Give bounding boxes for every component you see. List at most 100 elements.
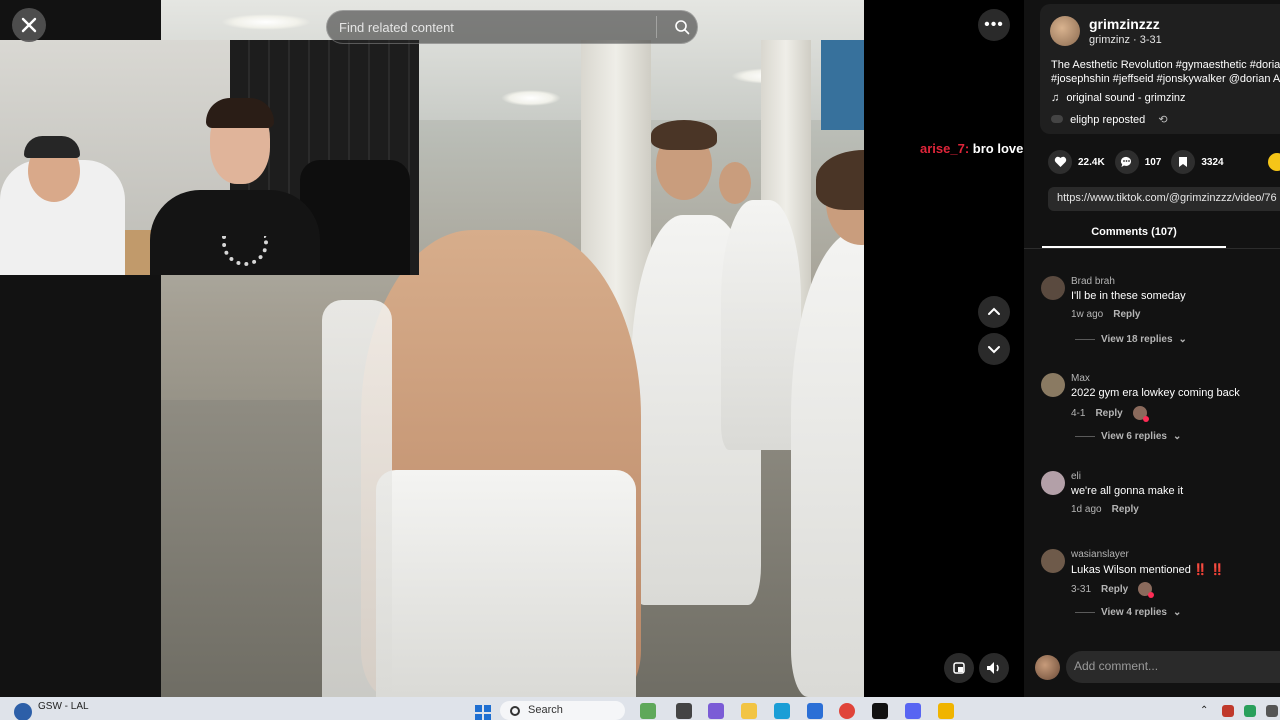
discord-icon[interactable] [905, 703, 921, 719]
comment-date: 1d ago [1071, 504, 1102, 515]
app-icon[interactable] [872, 703, 888, 719]
chrome-icon[interactable] [839, 703, 855, 719]
widget-line: GSW - LAL [38, 701, 89, 712]
comment-date: 3-31 [1071, 583, 1092, 595]
like-button[interactable]: 22.4K [1048, 150, 1105, 174]
taskbar-search[interactable]: Search [500, 701, 625, 720]
edge-browser-icon[interactable] [774, 703, 790, 719]
comment-date: 4-1 [1071, 407, 1086, 419]
widgets-app-icon[interactable] [640, 703, 656, 719]
reply-button[interactable]: Reply [1095, 408, 1122, 419]
view-replies-label: View 6 replies [1101, 431, 1167, 442]
more-icon: ••• [984, 16, 1004, 33]
search-divider [656, 16, 657, 38]
tray-app-icon[interactable] [1244, 705, 1256, 717]
repost-icon: ⟲ [1158, 114, 1168, 126]
comment-item: wasianslayer Lukas Wilson mentioned ‼️ ‼… [1041, 549, 1280, 629]
picture-in-picture-icon [953, 662, 965, 674]
chevron-up-icon [988, 307, 1000, 315]
weather-widget-icon[interactable] [14, 703, 32, 720]
related-content-search[interactable]: Find related content [326, 10, 698, 44]
tab-divider [1024, 248, 1280, 249]
tiktok-video-viewer: Find related content ••• arise_7: bro lo… [0, 0, 1280, 720]
store-icon[interactable] [807, 703, 823, 719]
view-replies-button[interactable]: View 4 replies ⌄ [1075, 607, 1181, 618]
replies-line [1075, 339, 1095, 340]
task-view-icon[interactable] [676, 703, 692, 719]
save-count: 3324 [1201, 156, 1224, 168]
repost-info: elighp reposted ⟲ [1051, 113, 1168, 126]
next-video-button[interactable] [978, 333, 1010, 365]
more-options-button[interactable]: ••• [978, 9, 1010, 41]
close-button[interactable] [12, 8, 46, 42]
commenter-name[interactable]: Max [1071, 373, 1090, 384]
pip-button[interactable] [944, 653, 974, 683]
add-comment-input[interactable]: Add comment... [1066, 651, 1280, 683]
search-icon[interactable] [667, 12, 697, 42]
commenter-name[interactable]: Brad brah [1071, 276, 1115, 287]
comment-icon [1114, 150, 1139, 174]
post-description: The Aesthetic Revolution #gymaesthetic #… [1051, 58, 1280, 86]
author-avatar[interactable] [1050, 16, 1080, 46]
streamer-left-cap [24, 136, 80, 158]
commenter-avatar[interactable] [1041, 276, 1065, 300]
commenter-name[interactable]: wasianslayer [1071, 549, 1129, 560]
chevron-down-icon [988, 346, 1000, 354]
comment-meta: 4-1 Reply [1071, 406, 1149, 422]
chevron-down-icon: ⌄ [1178, 334, 1187, 345]
comment-meta: 1w ago Reply [1071, 309, 1140, 320]
chevron-down-icon: ⌄ [1172, 607, 1182, 618]
widget-text[interactable]: GSW - LAL [38, 701, 89, 712]
engagement-stats: 22.4K 107 3324 [1048, 150, 1224, 174]
view-replies-button[interactable]: View 6 replies ⌄ [1075, 431, 1181, 442]
commenter-avatar[interactable] [1041, 549, 1065, 573]
commenter-avatar[interactable] [1041, 471, 1065, 495]
replies-line [1075, 436, 1095, 437]
save-button[interactable]: 3324 [1171, 150, 1224, 174]
comment-item: Max 2022 gym era lowkey coming back 4-1 … [1041, 373, 1280, 453]
warning-app-icon[interactable] [938, 703, 954, 719]
author-subline: grimzinz · 3-31 [1089, 34, 1162, 46]
streamer-right-hair [206, 98, 274, 128]
commenter-name[interactable]: eli [1071, 471, 1081, 482]
view-replies-label: View 18 replies [1101, 334, 1173, 345]
author-username[interactable]: grimzinzzz [1089, 16, 1160, 32]
reply-button[interactable]: Reply [1101, 584, 1128, 595]
bookmark-icon [1171, 150, 1196, 174]
tab-comments[interactable]: Comments (107) [1042, 226, 1226, 238]
comment-button[interactable]: 107 [1114, 150, 1162, 174]
reply-button[interactable]: Reply [1113, 309, 1140, 320]
reply-button[interactable]: Reply [1112, 504, 1139, 515]
view-replies-button[interactable]: View 18 replies ⌄ [1075, 334, 1187, 345]
description-line: The Aesthetic Revolution #gymaesthetic #… [1051, 59, 1280, 71]
comment-item: Brad brah I'll be in these someday 1w ag… [1041, 276, 1280, 356]
video-url-field[interactable]: https://www.tiktok.com/@grimzinzzz/video… [1048, 187, 1280, 211]
chevron-down-icon: ⌄ [1172, 431, 1182, 442]
previous-video-button[interactable] [978, 296, 1010, 328]
commenter-avatar[interactable] [1041, 373, 1065, 397]
search-placeholder: Find related content [339, 19, 454, 35]
sound-link[interactable]: ♫ original sound - grimzinz [1051, 92, 1186, 104]
file-explorer-icon[interactable] [741, 703, 757, 719]
windows-start-icon[interactable] [475, 705, 491, 720]
heart-icon [1048, 150, 1072, 174]
replies-line [1075, 612, 1095, 613]
creator-liked-avatar [1138, 582, 1155, 598]
tray-app-icon[interactable] [1266, 705, 1278, 717]
creator-liked-avatar [1132, 406, 1149, 422]
share-emoji-icon[interactable] [1268, 153, 1280, 171]
tray-chevron-icon[interactable]: ⌃ [1200, 705, 1208, 716]
person-white [721, 200, 801, 450]
tray-app-icon[interactable] [1222, 705, 1234, 717]
webcam-overlay [0, 40, 419, 275]
comment-meta: 1d ago Reply [1071, 504, 1139, 515]
person-hair [651, 120, 717, 150]
repost-label: elighp reposted [1070, 114, 1146, 126]
person-hair [816, 150, 864, 210]
comment-count: 107 [1144, 156, 1162, 168]
comment-text: Lukas Wilson mentioned ‼️ ‼️ [1071, 563, 1224, 576]
wall-sign [821, 40, 864, 130]
copilot-icon[interactable] [708, 703, 724, 719]
volume-button[interactable] [979, 653, 1009, 683]
like-count: 22.4K [1078, 156, 1105, 168]
